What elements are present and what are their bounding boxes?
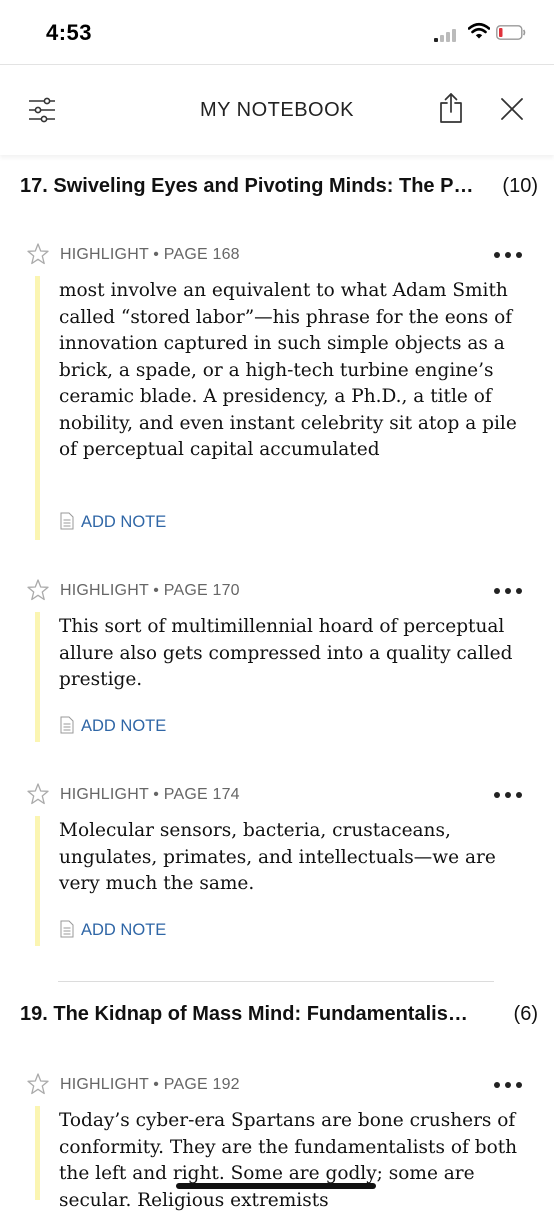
share-icon[interactable] (439, 92, 463, 124)
highlight-type: HIGHLIGHT (60, 582, 149, 599)
chapter-heading[interactable]: 19. The Kidnap of Mass Mind: Fundamental… (20, 1003, 540, 1026)
more-icon[interactable] (492, 252, 524, 260)
add-note-label: ADD NOTE (81, 717, 167, 735)
chapter-heading[interactable]: 17. Swiveling Eyes and Pivoting Minds: T… (20, 175, 540, 198)
more-icon[interactable] (492, 1082, 524, 1090)
highlight-page: PAGE 170 (163, 582, 240, 599)
highlight-bar (35, 612, 40, 742)
highlight-type: HIGHLIGHT (60, 246, 149, 263)
notebook-header: MY NOTEBOOK (0, 64, 554, 155)
highlight-page: PAGE 174 (163, 786, 240, 803)
note-icon (60, 512, 74, 530)
highlight-text: This sort of multimillennial hoard of pe… (59, 616, 513, 690)
close-icon[interactable] (501, 98, 523, 120)
star-icon[interactable] (26, 242, 50, 266)
add-note-label: ADD NOTE (81, 921, 167, 939)
highlight-bar (35, 816, 40, 946)
highlight-page: PAGE 168 (163, 246, 240, 263)
chapter-title: 19. The Kidnap of Mass Mind: Fundamental… (20, 1003, 478, 1025)
star-icon[interactable] (26, 782, 50, 806)
highlight-text: Molecular sensors, bacteria, crustaceans… (59, 820, 496, 894)
separator-dot: • (153, 786, 160, 803)
highlight-bar (35, 1106, 40, 1200)
highlight-bar (35, 276, 40, 540)
note-icon (60, 716, 74, 734)
wifi-icon (468, 22, 490, 39)
separator-dot: • (153, 1076, 160, 1093)
battery-icon (496, 25, 526, 40)
chapter-count: (6) (513, 1003, 538, 1025)
home-indicator[interactable] (176, 1183, 376, 1189)
highlight-page: PAGE 192 (163, 1076, 240, 1093)
highlight-type: HIGHLIGHT (60, 1076, 149, 1093)
star-icon[interactable] (26, 1072, 50, 1096)
separator-dot: • (153, 582, 160, 599)
status-bar: 4:53 (0, 0, 554, 64)
highlight-text: Today’s cyber-era Spartans are bone crus… (59, 1110, 518, 1211)
signal-icon (434, 28, 460, 42)
status-time: 4:53 (46, 20, 93, 45)
page-title: MY NOTEBOOK (199, 99, 355, 121)
highlight-text: most involve an equivalent to what Adam … (59, 280, 517, 460)
separator-dot: • (153, 246, 160, 263)
note-icon (60, 920, 74, 938)
chapter-count: (10) (502, 175, 538, 197)
add-note-label: ADD NOTE (81, 513, 167, 531)
highlight-type: HIGHLIGHT (60, 786, 149, 803)
section-divider (58, 981, 494, 982)
star-icon[interactable] (26, 578, 50, 602)
chapter-title: 17. Swiveling Eyes and Pivoting Minds: T… (20, 175, 478, 197)
more-icon[interactable] (492, 792, 524, 800)
more-icon[interactable] (492, 588, 524, 596)
